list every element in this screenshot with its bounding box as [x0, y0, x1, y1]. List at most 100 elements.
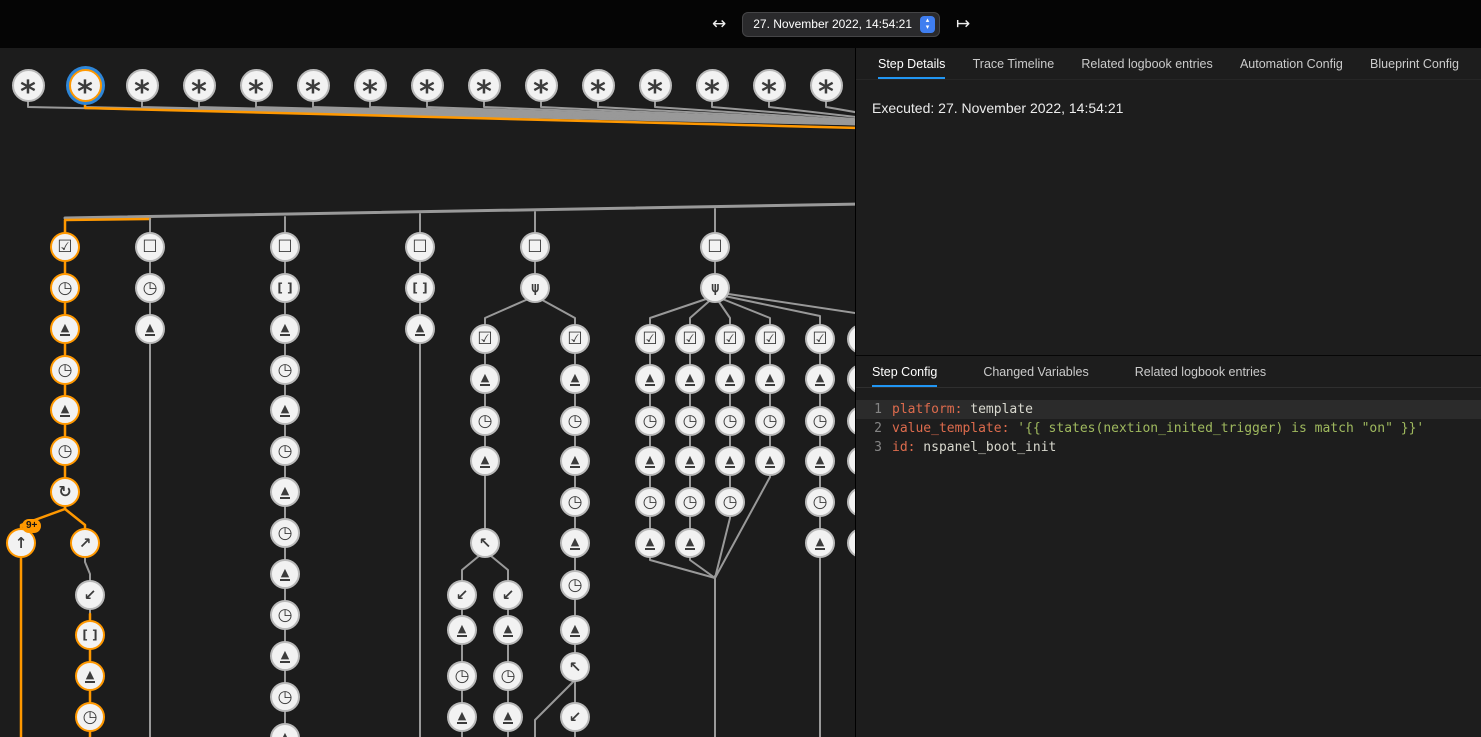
stepper-icon[interactable]: ▴ ▾ [920, 16, 935, 33]
state-check-node[interactable]: ☑ [755, 324, 785, 354]
eject-node[interactable]: ▲ [805, 446, 835, 476]
eject-node[interactable]: ▲ [50, 314, 80, 344]
timer-node[interactable]: ◷ [447, 661, 477, 691]
timer-node[interactable]: ◷ [635, 487, 665, 517]
eject-node[interactable]: ▲ [715, 364, 745, 394]
eject-node[interactable]: ▲ [635, 446, 665, 476]
tab-automation-config[interactable]: Automation Config [1240, 48, 1343, 79]
timer-node[interactable]: ◷ [635, 406, 665, 436]
timer-node[interactable]: ◷ [270, 518, 300, 548]
brackets-node[interactable]: [ ] [270, 273, 300, 303]
eject-node[interactable]: ▲ [715, 446, 745, 476]
eject-node[interactable]: ▲ [493, 615, 523, 645]
timer-node[interactable]: ◷ [75, 702, 105, 732]
eject-node[interactable]: ▲ [635, 528, 665, 558]
previous-run-icon[interactable]: ↔ [712, 16, 726, 33]
tab-config-related-logbook-entries[interactable]: Related logbook entries [1135, 356, 1266, 387]
tab-step-details[interactable]: Step Details [878, 48, 945, 79]
choose-node[interactable]: ⋔ [700, 273, 730, 303]
state-check-node[interactable]: ☑ [50, 232, 80, 262]
trigger-node[interactable]: * [354, 69, 387, 102]
state-square-node[interactable]: ☐ [700, 232, 730, 262]
arrow-up-right-node[interactable]: ↗ [70, 528, 100, 558]
timer-node[interactable]: ◷ [675, 406, 705, 436]
timer-node[interactable]: ◷ [470, 406, 500, 436]
eject-node[interactable]: ▲ [560, 528, 590, 558]
timer-node[interactable]: ◷ [560, 487, 590, 517]
eject-node[interactable]: ▲ [755, 364, 785, 394]
tab-changed-variables[interactable]: Changed Variables [983, 356, 1088, 387]
timer-node[interactable]: ◷ [560, 406, 590, 436]
timer-node[interactable]: ◷ [675, 487, 705, 517]
state-check-node[interactable]: ☑ [635, 324, 665, 354]
trigger-node[interactable]: * [525, 69, 558, 102]
timer-node[interactable]: ◷ [270, 436, 300, 466]
eject-node[interactable]: ▲ [635, 364, 665, 394]
arrow-up-left-node[interactable]: ↖ [560, 652, 590, 682]
arrow-down-left-node[interactable]: ↙ [75, 580, 105, 610]
eject-node[interactable]: ▲ [470, 446, 500, 476]
timer-node[interactable]: ◷ [50, 273, 80, 303]
trigger-node[interactable]: * [753, 69, 786, 102]
eject-node[interactable]: ▲ [270, 641, 300, 671]
eject-node[interactable]: ▲ [560, 364, 590, 394]
timer-node[interactable]: ◷ [50, 436, 80, 466]
state-check-node[interactable]: ☑ [675, 324, 705, 354]
arrow-up-left-node[interactable]: ↖ [470, 528, 500, 558]
refresh-node[interactable]: ↻ [50, 477, 80, 507]
trigger-node[interactable]: * [12, 69, 45, 102]
eject-node[interactable]: ▲ [50, 395, 80, 425]
trigger-node[interactable]: * [411, 69, 444, 102]
trigger-node[interactable]: * [468, 69, 501, 102]
trigger-node[interactable]: * [69, 69, 102, 102]
state-check-node[interactable]: ☑ [805, 324, 835, 354]
timer-node[interactable]: ◷ [50, 355, 80, 385]
eject-node[interactable]: ▲ [755, 446, 785, 476]
eject-node[interactable]: ▲ [805, 528, 835, 558]
trigger-node[interactable]: * [810, 69, 843, 102]
eject-node[interactable]: ▲ [270, 477, 300, 507]
timer-node[interactable]: ◷ [715, 487, 745, 517]
trigger-node[interactable]: * [183, 69, 216, 102]
eject-node[interactable]: ▲ [470, 364, 500, 394]
trigger-node[interactable]: * [240, 69, 273, 102]
state-square-node[interactable]: ☐ [270, 232, 300, 262]
eject-node[interactable]: ▲ [405, 314, 435, 344]
brackets-node[interactable]: [ ] [405, 273, 435, 303]
brackets-node[interactable]: [ ] [75, 620, 105, 650]
trace-graph[interactable]: ****************☑◷▲◷▲◷↻↑↗↙[ ]▲◷☐◷▲☐[ ]▲◷… [0, 48, 855, 737]
arrow-down-left-node[interactable]: ↙ [447, 580, 477, 610]
trigger-node[interactable]: * [126, 69, 159, 102]
timer-node[interactable]: ◷ [805, 406, 835, 436]
tab-trace-timeline[interactable]: Trace Timeline [973, 48, 1055, 79]
timer-node[interactable]: ◷ [270, 600, 300, 630]
state-check-node[interactable]: ☑ [560, 324, 590, 354]
trigger-node[interactable]: * [639, 69, 672, 102]
eject-node[interactable]: ▲ [675, 446, 705, 476]
eject-node[interactable]: ▲ [270, 559, 300, 589]
next-run-icon[interactable]: ↦ [956, 16, 970, 33]
eject-node[interactable]: ▲ [447, 702, 477, 732]
state-square-node[interactable]: ☐ [405, 232, 435, 262]
timer-node[interactable]: ◷ [755, 406, 785, 436]
eject-node[interactable]: ▲ [560, 446, 590, 476]
timer-node[interactable]: ◷ [493, 661, 523, 691]
timer-node[interactable]: ◷ [805, 487, 835, 517]
trigger-node[interactable]: * [696, 69, 729, 102]
tab-step-config[interactable]: Step Config [872, 356, 937, 387]
arrow-down-left-node[interactable]: ↙ [560, 702, 590, 732]
eject-node[interactable]: ▲ [447, 615, 477, 645]
state-square-node[interactable]: ☐ [135, 232, 165, 262]
eject-node[interactable]: ▲ [135, 314, 165, 344]
tab-blueprint-config[interactable]: Blueprint Config [1370, 48, 1459, 79]
eject-node[interactable]: ▲ [675, 364, 705, 394]
arrow-down-left-node[interactable]: ↙ [493, 580, 523, 610]
trigger-node[interactable]: * [297, 69, 330, 102]
eject-node[interactable]: ▲ [675, 528, 705, 558]
timer-node[interactable]: ◷ [135, 273, 165, 303]
eject-node[interactable]: ▲ [270, 395, 300, 425]
eject-node[interactable]: ▲ [805, 364, 835, 394]
state-square-node[interactable]: ☐ [520, 232, 550, 262]
state-check-node[interactable]: ☑ [470, 324, 500, 354]
timer-node[interactable]: ◷ [270, 355, 300, 385]
